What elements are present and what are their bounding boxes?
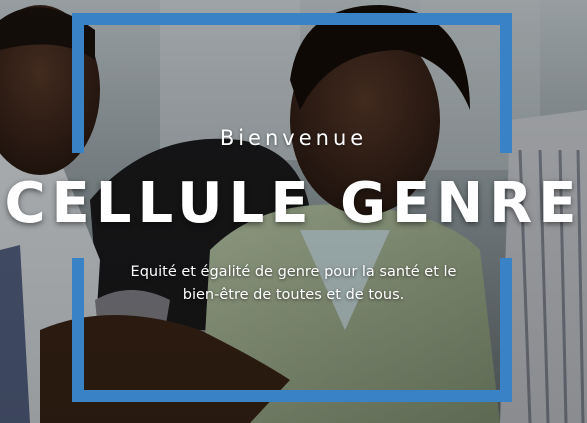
frame-left-lower: [72, 258, 84, 402]
hero-subtitle: Equité et égalité de genre pour la santé…: [130, 264, 457, 303]
page-title: CELLULE GENRE: [4, 171, 583, 236]
frame-top: [72, 13, 512, 25]
frame-right-lower: [500, 258, 512, 402]
frame-bottom: [72, 390, 512, 402]
welcome-text: Bienvenue: [219, 126, 368, 150]
hero-banner: Bienvenue CELLULE GENRE Equité et égalit…: [0, 0, 587, 423]
